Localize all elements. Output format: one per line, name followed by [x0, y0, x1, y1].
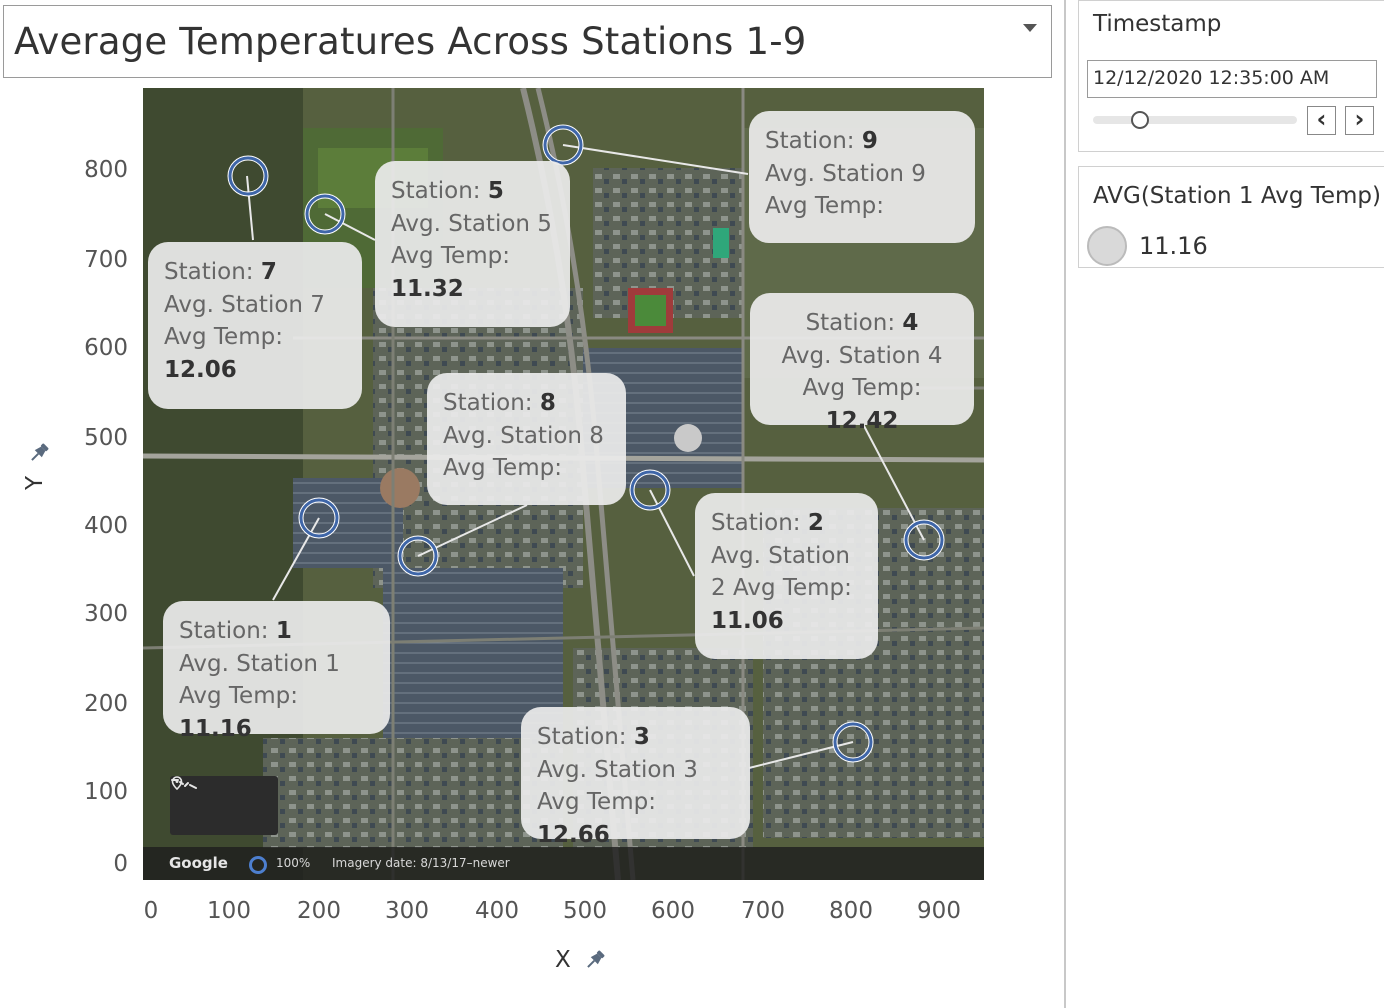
- sheet-title: Average Temperatures Across Stations 1-9: [14, 20, 807, 63]
- zoom-level: 100%: [276, 856, 311, 870]
- y-tick: 600: [84, 335, 128, 361]
- lasso-select-icon[interactable]: [170, 776, 198, 790]
- y-tick: 0: [113, 851, 128, 877]
- y-tick: 400: [84, 513, 128, 539]
- map-toolbar: [170, 776, 278, 835]
- sheet-title-dropdown[interactable]: Average Temperatures Across Stations 1-9: [3, 5, 1052, 78]
- timestamp-input[interactable]: 12/12/2020 12:35:00 AM: [1087, 60, 1377, 98]
- imagery-date: Imagery date: 8/13/17–newer: [332, 856, 510, 870]
- x-tick: 200: [297, 898, 341, 924]
- x-tick: 800: [829, 898, 873, 924]
- y-tick: 800: [84, 157, 128, 183]
- filter-title: Timestamp: [1093, 11, 1222, 37]
- station-callout: Station: 7 Avg. Station 7 Avg Temp: 12.0…: [148, 242, 362, 409]
- pane-divider[interactable]: [1064, 0, 1066, 1008]
- x-tick: 500: [563, 898, 607, 924]
- x-tick: 700: [741, 898, 785, 924]
- legend-size-circle: [1087, 226, 1127, 266]
- legend-value: 11.16: [1139, 232, 1208, 260]
- station-callout: Station: 3 Avg. Station 3 Avg Temp: 12.6…: [521, 707, 750, 848]
- station-callout: Station: 4 Avg. Station 4 Avg Temp: 12.4…: [750, 293, 974, 434]
- zoom-ring-icon: [249, 856, 267, 874]
- y-tick: 200: [84, 691, 128, 717]
- pin-icon[interactable]: [583, 948, 607, 972]
- dropdown-arrow-icon[interactable]: [1023, 24, 1037, 32]
- x-tick: 400: [475, 898, 519, 924]
- x-axis-label: X: [555, 947, 571, 973]
- y-tick: 100: [84, 779, 128, 805]
- station-callout: Station: 8 Avg. Station 8 Avg Temp:: [427, 373, 626, 505]
- size-legend-card: AVG(Station 1 Avg Temp) 11.16: [1078, 166, 1384, 268]
- x-tick: 100: [207, 898, 251, 924]
- x-tick: 600: [651, 898, 695, 924]
- y-tick: 300: [84, 601, 128, 627]
- x-tick: 900: [917, 898, 961, 924]
- x-tick: 0: [143, 898, 159, 924]
- y-tick: 700: [84, 247, 128, 273]
- station-callout: Station: 1 Avg. Station 1 Avg Temp: 11.1…: [163, 601, 390, 742]
- station-callout: Station: 9 Avg. Station 9 Avg Temp:: [749, 111, 975, 243]
- map-attribution-bar: Google 100% Imagery date: 8/13/17–newer: [143, 847, 984, 880]
- next-button[interactable]: ›: [1345, 106, 1374, 135]
- y-tick: 500: [84, 425, 128, 451]
- timestamp-filter-card: Timestamp 12/12/2020 12:35:00 AM ‹ ›: [1078, 0, 1384, 152]
- station-callout: Station: 2 Avg. Station 2 Avg Temp: 11.0…: [695, 493, 878, 659]
- legend-title: AVG(Station 1 Avg Temp): [1093, 183, 1381, 209]
- pin-icon[interactable]: [27, 441, 51, 465]
- station-callout: Station: 5 Avg. Station 5 Avg Temp: 11.3…: [375, 161, 570, 327]
- x-tick: 300: [385, 898, 429, 924]
- timestamp-slider-thumb[interactable]: [1131, 111, 1149, 129]
- timestamp-slider-track[interactable]: [1093, 116, 1297, 124]
- y-axis-label: Y: [22, 475, 49, 491]
- google-logo: Google: [169, 854, 228, 872]
- prev-button[interactable]: ‹: [1307, 106, 1336, 135]
